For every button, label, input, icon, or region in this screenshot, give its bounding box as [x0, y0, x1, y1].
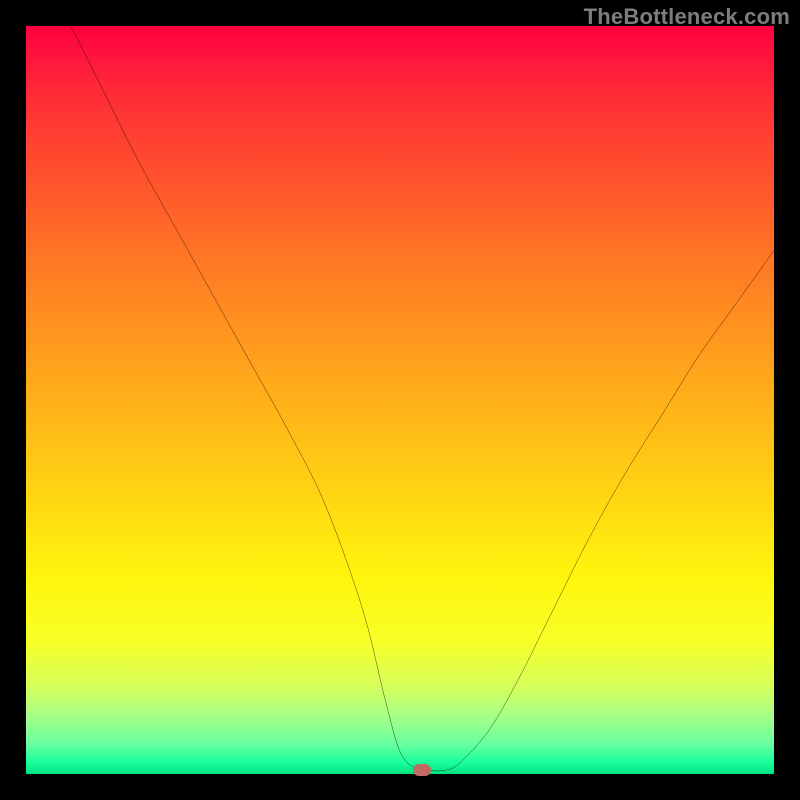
plot-area [26, 26, 774, 774]
bottleneck-curve [71, 26, 774, 771]
watermark-text: TheBottleneck.com [584, 4, 790, 30]
curve-svg [26, 26, 774, 774]
chart-frame: TheBottleneck.com [0, 0, 800, 800]
optimal-point-marker [413, 764, 431, 776]
